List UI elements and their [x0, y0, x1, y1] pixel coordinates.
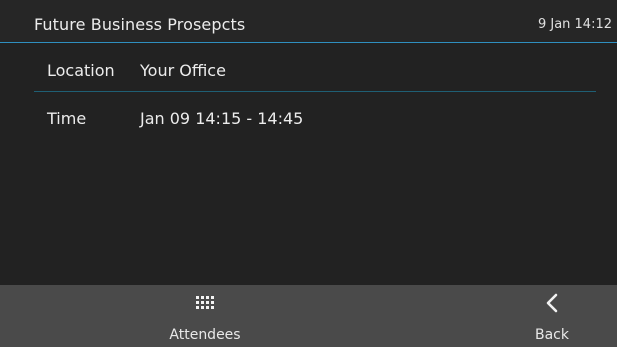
meeting-details: Location Your Office Time Jan 09 14:15 -…	[0, 43, 617, 285]
location-value: Your Office	[140, 61, 226, 80]
title-bar: Future Business Prosepcts 9 Jan 14:12	[0, 0, 617, 43]
detail-row-location: Location Your Office	[34, 43, 596, 92]
phone-screen: Future Business Prosepcts 9 Jan 14:12 Lo…	[0, 0, 617, 347]
attendees-label: Attendees	[169, 327, 241, 343]
page-title: Future Business Prosepcts	[34, 15, 246, 34]
time-value: Jan 09 14:15 - 14:45	[140, 109, 304, 128]
chevron-left-icon	[512, 292, 592, 314]
keypad-grid-icon	[130, 292, 280, 314]
time-label: Time	[47, 109, 87, 128]
softkey-bar: Attendees Back	[0, 285, 617, 347]
detail-row-time: Time Jan 09 14:15 - 14:45	[34, 91, 596, 139]
location-label: Location	[47, 61, 115, 80]
back-label: Back	[535, 327, 569, 343]
date-time-display: 9 Jan 14:12	[537, 17, 612, 32]
attendees-softkey[interactable]: Attendees	[130, 285, 280, 347]
back-softkey[interactable]: Back	[512, 285, 592, 347]
